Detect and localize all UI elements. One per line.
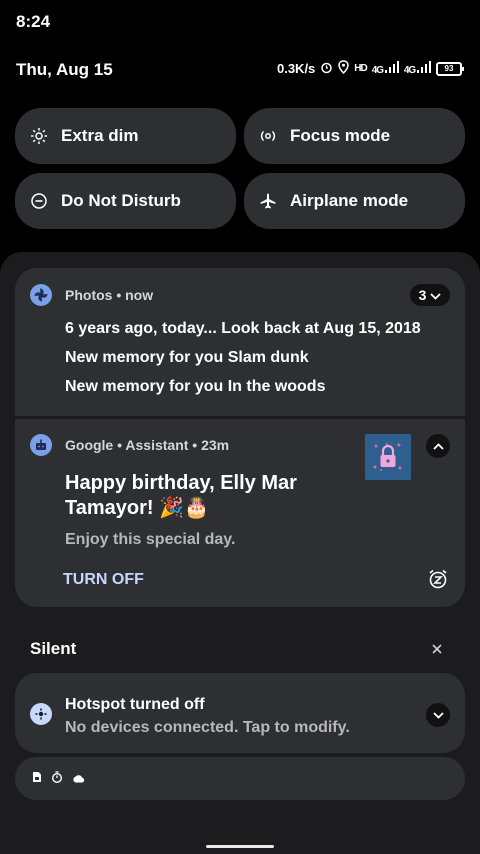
assistant-app-icon: [30, 434, 52, 456]
tile-airplane-mode[interactable]: Airplane mode: [244, 173, 465, 229]
net-label-2: 4G: [403, 65, 416, 76]
collapse-button[interactable]: [426, 434, 450, 458]
tile-extra-dim[interactable]: Extra dim: [15, 108, 236, 164]
photos-count-expand[interactable]: 3: [410, 284, 450, 306]
photos-app-meta: Photos • now: [65, 287, 154, 303]
hotspot-expand-button[interactable]: [426, 703, 450, 727]
tile-label: Airplane mode: [290, 191, 409, 210]
tile-label: Do Not Disturb: [61, 191, 181, 210]
photos-count: 3: [418, 287, 427, 303]
timer-icon: [51, 770, 63, 788]
silent-header: Silent: [30, 639, 77, 658]
photos-line-3: New memory for you In the woods: [65, 378, 326, 395]
clear-silent-button[interactable]: [431, 642, 443, 660]
dnd-icon: [31, 193, 47, 209]
cloud-icon: [72, 770, 85, 788]
photos-line-1: 6 years ago, today... Look back at Aug 1…: [65, 320, 421, 337]
status-icons: 0.3K/s HD 4G 4G 93: [276, 60, 464, 77]
assistant-subtitle: Enjoy this special day.: [65, 531, 236, 548]
signal-icon-1: 4G: [372, 61, 399, 76]
chevron-down-icon: [432, 706, 444, 724]
tile-focus-mode[interactable]: Focus mode: [244, 108, 465, 164]
notification-thumbnail: [365, 434, 411, 480]
tile-do-not-disturb[interactable]: Do Not Disturb: [15, 173, 236, 229]
turn-off-button[interactable]: TURN OFF: [63, 571, 144, 589]
close-icon: [431, 642, 443, 659]
chevron-up-icon: [432, 437, 444, 455]
assistant-title: Happy birthday, Elly Mar Tamayor! 🎉🎂: [65, 472, 297, 519]
hotspot-subtitle: No devices connected. Tap to modify.: [65, 719, 350, 736]
hd-icon: HD: [354, 63, 367, 74]
lock-icon: [373, 443, 402, 471]
net-label-1: 4G: [371, 65, 384, 76]
battery-level: 93: [444, 64, 454, 73]
chevron-down-icon: [430, 287, 442, 303]
home-indicator[interactable]: [206, 845, 274, 848]
hotspot-icon: [30, 703, 52, 725]
minimized-notifications[interactable]: [15, 757, 465, 800]
tile-label: Focus mode: [290, 126, 391, 145]
photos-app-icon: [30, 284, 52, 306]
alarm-icon: [320, 61, 333, 77]
location-icon: [338, 60, 350, 77]
snooze-icon[interactable]: [428, 569, 448, 594]
signal-icon-2: 4G: [404, 61, 431, 76]
battery-icon: 93: [436, 61, 464, 76]
focus-icon: [260, 128, 276, 144]
net-speed: 0.3K/s: [276, 61, 316, 76]
airplane-icon: [260, 193, 276, 209]
sim-icon: [32, 770, 42, 788]
assistant-app-meta: Google • Assistant • 23m: [65, 437, 230, 453]
status-time: 8:24: [16, 12, 51, 31]
date: Thu, Aug 15: [16, 60, 113, 79]
hotspot-title: Hotspot turned off: [65, 696, 205, 713]
photos-line-2: New memory for you Slam dunk: [65, 349, 309, 366]
tile-label: Extra dim: [61, 126, 139, 145]
brightness-icon: [31, 128, 47, 144]
